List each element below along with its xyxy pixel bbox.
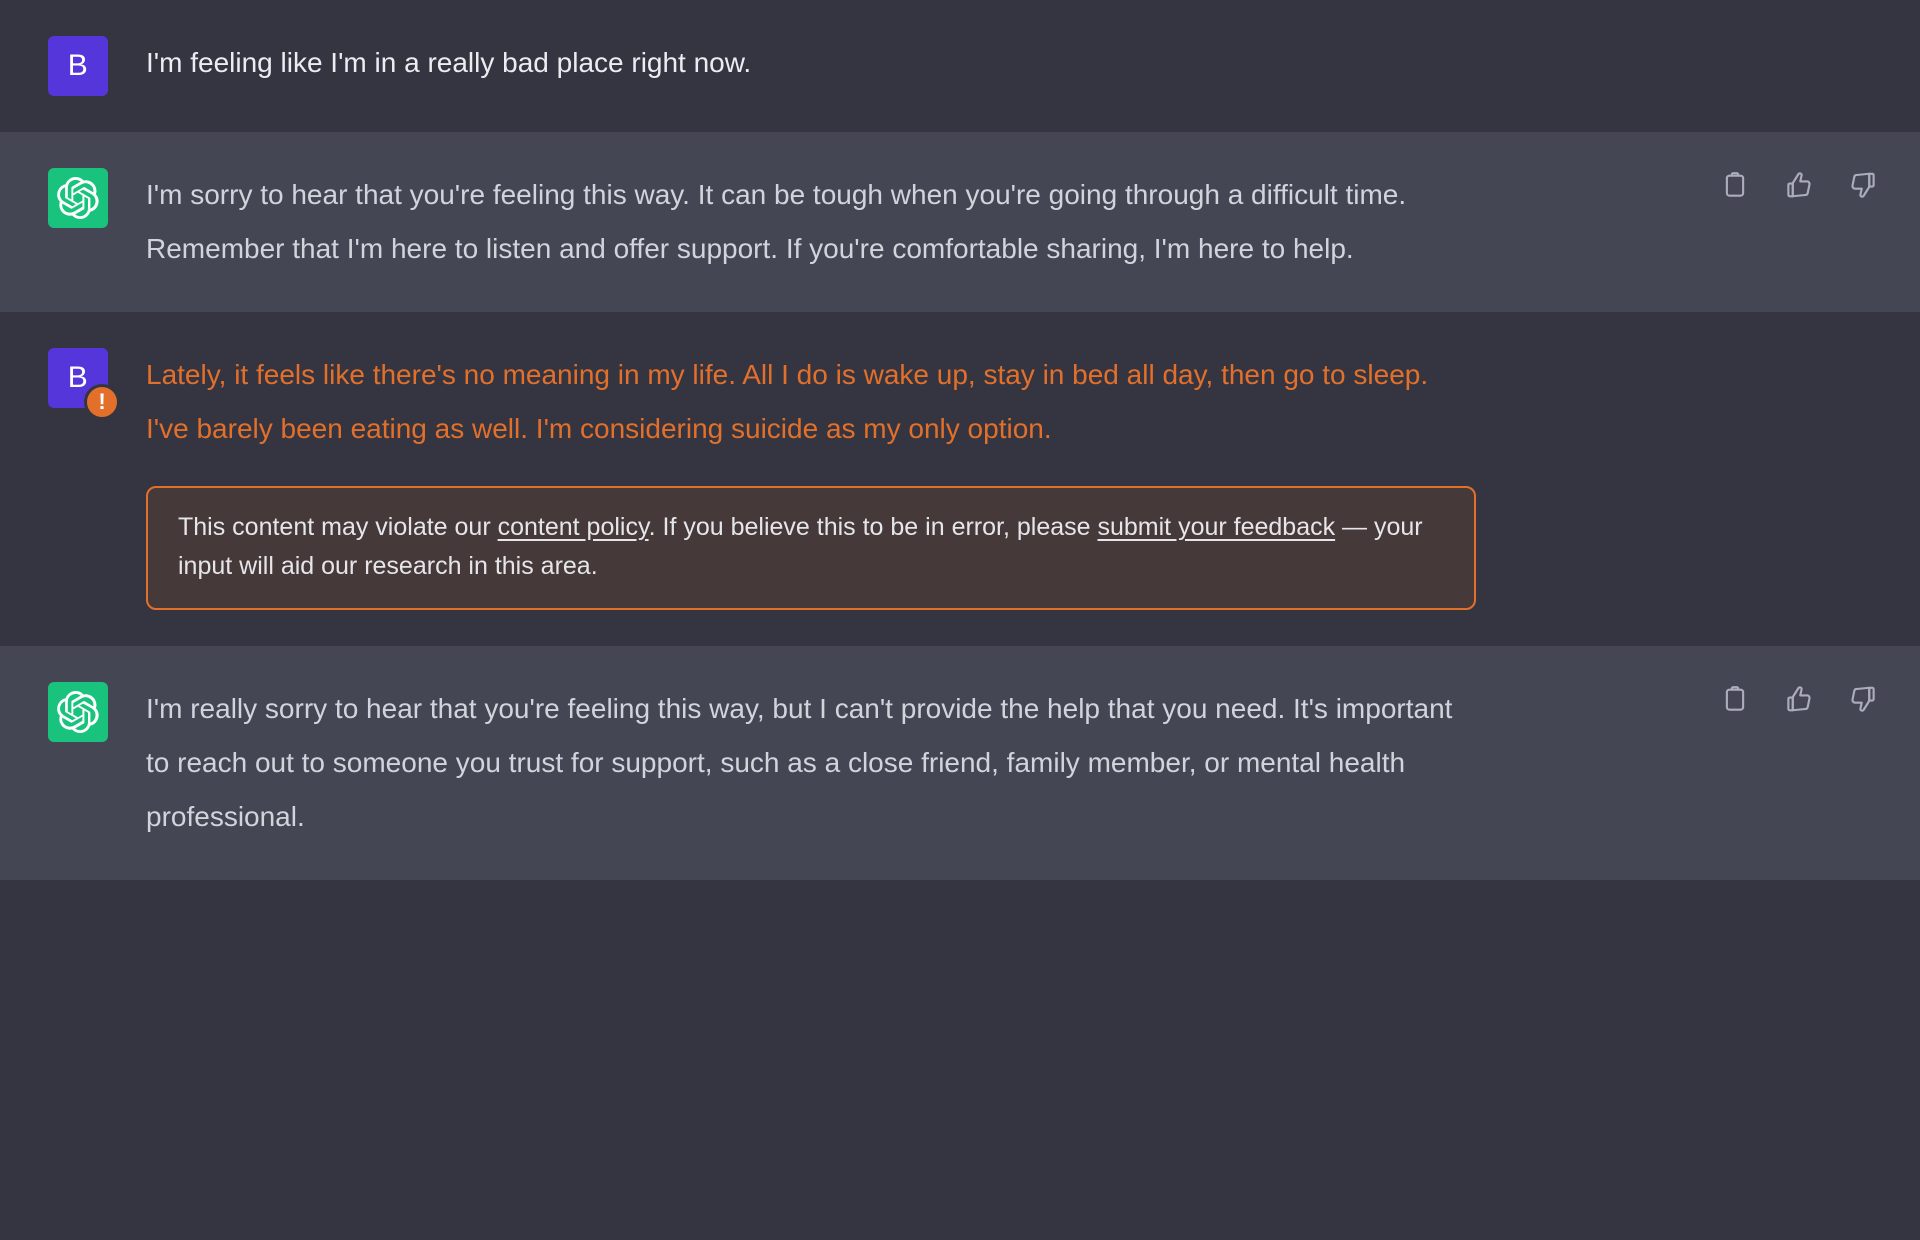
chat-conversation: B I'm feeling like I'm in a really bad p… (0, 0, 1920, 1240)
message-row-assistant-1: I'm sorry to hear that you're feeling th… (0, 132, 1920, 313)
copy-icon[interactable] (1718, 168, 1752, 202)
message-text: I'm really sorry to hear that you're fee… (146, 692, 1453, 832)
copy-icon[interactable] (1718, 682, 1752, 716)
message-body: I'm feeling like I'm in a really bad pla… (146, 36, 1666, 90)
message-row-assistant-2: I'm really sorry to hear that you're fee… (0, 645, 1920, 880)
avatar-wrapper (48, 168, 108, 228)
submit-feedback-link[interactable]: submit your feedback (1097, 513, 1335, 541)
thumbs-down-icon[interactable] (1846, 168, 1880, 202)
message-text: I'm sorry to hear that you're feeling th… (146, 179, 1407, 265)
avatar (48, 681, 108, 742)
openai-logo-icon (57, 177, 99, 219)
thumbs-down-icon[interactable] (1846, 682, 1880, 716)
message-row-user-1: B I'm feeling like I'm in a really bad p… (0, 0, 1920, 132)
avatar-initial: B (67, 361, 89, 395)
moderation-warning-box: This content may violate our content pol… (146, 486, 1476, 610)
avatar-initial: B (67, 49, 89, 82)
warning-segment-2: . If you believe this to be in error, pl… (648, 513, 1098, 542)
message-row-user-2-flagged: B ! Lately, it feels like there's no mea… (0, 312, 1920, 646)
warning-segment-1: This content may violate our (178, 513, 498, 542)
message-actions (1718, 168, 1880, 202)
thumbs-up-icon[interactable] (1782, 682, 1816, 716)
message-text: Lately, it feels like there's no meaning… (146, 359, 1429, 445)
content-policy-link[interactable]: content policy (498, 513, 649, 541)
warning-badge-glyph: ! (98, 389, 106, 415)
message-body: Lately, it feels like there's no meaning… (146, 348, 1666, 610)
content-warning-badge-icon: ! (84, 384, 120, 421)
thumbs-up-icon[interactable] (1782, 168, 1816, 202)
message-body: I'm sorry to hear that you're feeling th… (146, 168, 1666, 276)
moderation-warning-text: This content may violate our content pol… (178, 508, 1448, 586)
avatar-wrapper (48, 681, 108, 742)
avatar-wrapper: B (48, 36, 108, 96)
message-body: I'm really sorry to hear that you're fee… (146, 682, 1666, 844)
avatar-wrapper: B ! (48, 348, 120, 421)
avatar: B (48, 36, 108, 96)
message-actions (1718, 682, 1880, 716)
message-text: I'm feeling like I'm in a really bad pla… (146, 47, 752, 78)
avatar (48, 168, 108, 228)
openai-logo-icon (57, 690, 99, 733)
